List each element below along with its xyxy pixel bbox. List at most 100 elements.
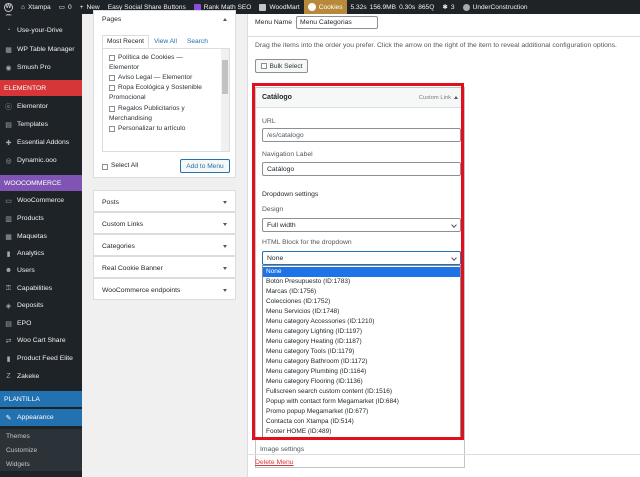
bulk-select-button[interactable]: Bulk Select bbox=[255, 59, 308, 73]
checkbox[interactable] bbox=[109, 106, 115, 112]
sidebar-item[interactable]: ▥ Products bbox=[0, 210, 82, 227]
dropdown-option[interactable]: Menu Servicios (ID:1748) bbox=[263, 307, 460, 317]
sidebar-item[interactable]: ◈ Deposits bbox=[0, 297, 82, 314]
sidebar-section-header[interactable]: WOOCOMMERCE bbox=[0, 175, 82, 191]
scrollbar[interactable] bbox=[221, 49, 229, 151]
dropdown-option[interactable]: Promo popup Megamarket (ID:677) bbox=[263, 407, 460, 417]
page-item[interactable]: Personalizar tu artículo bbox=[109, 124, 185, 134]
analytics-icon: ▮ bbox=[6, 250, 11, 258]
select-all[interactable]: Select All bbox=[102, 162, 138, 170]
sidebar-item[interactable]: ▦ WP Table Manager bbox=[0, 41, 82, 58]
divider bbox=[248, 454, 640, 455]
dropdown-option[interactable]: None bbox=[263, 267, 460, 277]
query-monitor-link[interactable]: 5.32s 156.9MB 0.30s 865Q bbox=[347, 0, 439, 14]
image-settings-heading: Image settings bbox=[260, 446, 305, 453]
html-block-select[interactable]: None bbox=[262, 251, 461, 265]
menu-item-catalogo: Catálogo Custom Link URL /es/catalogo Na… bbox=[255, 87, 465, 468]
sidebar-subitem[interactable]: Themes bbox=[0, 429, 82, 443]
checkbox[interactable] bbox=[109, 55, 115, 61]
checkbox[interactable] bbox=[109, 85, 115, 91]
dynamic-icon: ◎ bbox=[5, 157, 12, 165]
woodmart-link[interactable]: WoodMart bbox=[255, 0, 303, 14]
sidebar-item[interactable]: ⇄ Woo Cart Share bbox=[0, 332, 82, 349]
page-item[interactable]: Regalos Publicitarios y bbox=[109, 104, 185, 114]
sidebar-item[interactable]: ▮ Product Feed Elite bbox=[0, 350, 82, 367]
dropdown-option[interactable]: Colecciones (ID:1752) bbox=[263, 297, 460, 307]
dropdown-option[interactable]: Menu category Tools (ID:1179) bbox=[263, 347, 460, 357]
sidebar-item[interactable]: ▤ EPO bbox=[0, 315, 82, 332]
elementor-icon: ⓔ bbox=[5, 103, 12, 111]
dropdown-option[interactable]: Botón Presupuesto (ID:1783) bbox=[263, 277, 460, 287]
checkbox[interactable] bbox=[109, 75, 115, 81]
page-item[interactable]: Política de Cookies — bbox=[109, 53, 183, 63]
cookie-banner-box[interactable]: Real Cookie Banner bbox=[93, 256, 236, 278]
cart-share-icon: ⇄ bbox=[5, 337, 12, 345]
menu-name-input[interactable]: Menu Categorias bbox=[296, 16, 379, 29]
cookies-link[interactable]: Cookies bbox=[303, 0, 347, 14]
sidebar-item[interactable]: ◔ Use-your-Drive bbox=[0, 22, 82, 39]
wp-logo[interactable]: W bbox=[0, 0, 17, 14]
dropdown-option[interactable]: Contacta con Xtampa (ID:514) bbox=[263, 417, 460, 427]
comments-link[interactable]: ▭ 0 bbox=[55, 0, 76, 14]
checkbox[interactable] bbox=[109, 126, 115, 132]
dropdown-option[interactable]: Menu category Bathroom (ID:1172) bbox=[263, 357, 460, 367]
sidebar-section-header[interactable]: PLANTILLA bbox=[0, 391, 82, 407]
dropdown-option[interactable]: Menu category Flooring (ID:1136) bbox=[263, 377, 460, 387]
sidebar-item[interactable]: Z Zakeke bbox=[0, 368, 82, 385]
gear-icon: ✱ bbox=[442, 4, 448, 11]
epo-icon: ▤ bbox=[5, 320, 12, 328]
url-input[interactable]: /es/catalogo bbox=[262, 128, 461, 142]
add-to-menu-button[interactable]: Add to Menu bbox=[180, 159, 230, 173]
tab-most-recent[interactable]: Most Recent bbox=[102, 35, 150, 48]
dropdown-option[interactable]: Menu category Plumbing (ID:1164) bbox=[263, 367, 460, 377]
sidebar-item[interactable]: ▤ Templates bbox=[0, 116, 82, 133]
menu-item-header[interactable]: Catálogo Custom Link bbox=[256, 88, 464, 108]
tab-search[interactable]: Search bbox=[182, 35, 213, 48]
dropdown-option[interactable]: Fullscreen search custom content (ID:151… bbox=[263, 387, 460, 397]
templates-icon: ▤ bbox=[5, 121, 12, 129]
dropdown-option[interactable]: Footer HOME (ID:489) bbox=[263, 427, 460, 437]
design-select[interactable]: Full width bbox=[262, 218, 461, 232]
categories-box[interactable]: Categories bbox=[93, 234, 236, 256]
page-item[interactable]: Aviso Legal — Elementor bbox=[109, 73, 192, 83]
sidebar-item[interactable]: ▦ Maquetas bbox=[0, 228, 82, 245]
status-link[interactable]: UnderConstruction bbox=[459, 0, 532, 14]
addons-icon: ✚ bbox=[5, 139, 12, 147]
nav-label-input[interactable]: Catálogo bbox=[262, 162, 461, 176]
sidebar-item[interactable]: ◉ Smush Pro bbox=[0, 59, 82, 76]
expand-icon bbox=[223, 266, 227, 270]
sidebar-item[interactable]: ☻ Users bbox=[0, 262, 82, 279]
dropdown-option[interactable]: Menu category Heating (ID:1187) bbox=[263, 337, 460, 347]
scrollbar-thumb[interactable] bbox=[222, 60, 228, 94]
custom-links-box[interactable]: Custom Links bbox=[93, 212, 236, 234]
url-label: URL bbox=[262, 118, 276, 125]
dropdown-option[interactable]: Popup with contact form Megamarket (ID:6… bbox=[263, 397, 460, 407]
sidebar-item[interactable]: ▮ Analytics bbox=[0, 245, 82, 262]
page-item[interactable]: Ropa Ecológica y Sostenible bbox=[109, 83, 202, 93]
dropdown-option[interactable]: Menu category Lighting (ID:1197) bbox=[263, 327, 460, 337]
sidebar-item[interactable]: ◎ Dynamic.ooo bbox=[0, 152, 82, 169]
expand-icon bbox=[223, 244, 227, 248]
posts-box[interactable]: Posts bbox=[93, 190, 236, 212]
pages-box-header[interactable]: Pages bbox=[94, 11, 235, 27]
sidebar-item[interactable]: ⚿ Capabilities bbox=[0, 280, 82, 297]
sidebar-subitem[interactable]: Customize bbox=[0, 443, 82, 457]
toggle-icon[interactable] bbox=[454, 96, 458, 99]
sidebar-item[interactable]: ▭ WooCommerce bbox=[0, 192, 82, 209]
capabilities-icon: ⚿ bbox=[5, 284, 12, 292]
sidebar-item[interactable]: ⓔ Elementor bbox=[0, 98, 82, 115]
status-dot-icon bbox=[462, 3, 470, 11]
delete-menu-link[interactable]: Delete Menu bbox=[255, 459, 294, 466]
tab-view-all[interactable]: View All bbox=[149, 35, 182, 48]
dropdown-option[interactable]: Marcas (ID:1756) bbox=[263, 287, 460, 297]
sidebar-item[interactable]: ✚ Essential Addons bbox=[0, 134, 82, 151]
sidebar-section-header[interactable]: ELEMENTOR bbox=[0, 80, 82, 96]
sidebar-subitem[interactable]: Widgets bbox=[0, 457, 82, 471]
sidebar-item-appearance[interactable]: ✎ Appearance bbox=[0, 409, 82, 426]
dropdown-option[interactable]: Menu category Accessories (ID:1210) bbox=[263, 317, 460, 327]
notifications-link[interactable]: ✱ 3 bbox=[438, 0, 458, 14]
woo-endpoints-box[interactable]: WooCommerce endpoints bbox=[93, 278, 236, 300]
menu-item-title: Catálogo bbox=[262, 94, 292, 101]
site-name-link[interactable]: ⌂ Xtampa bbox=[17, 0, 55, 14]
select-all-checkbox[interactable] bbox=[102, 164, 108, 170]
